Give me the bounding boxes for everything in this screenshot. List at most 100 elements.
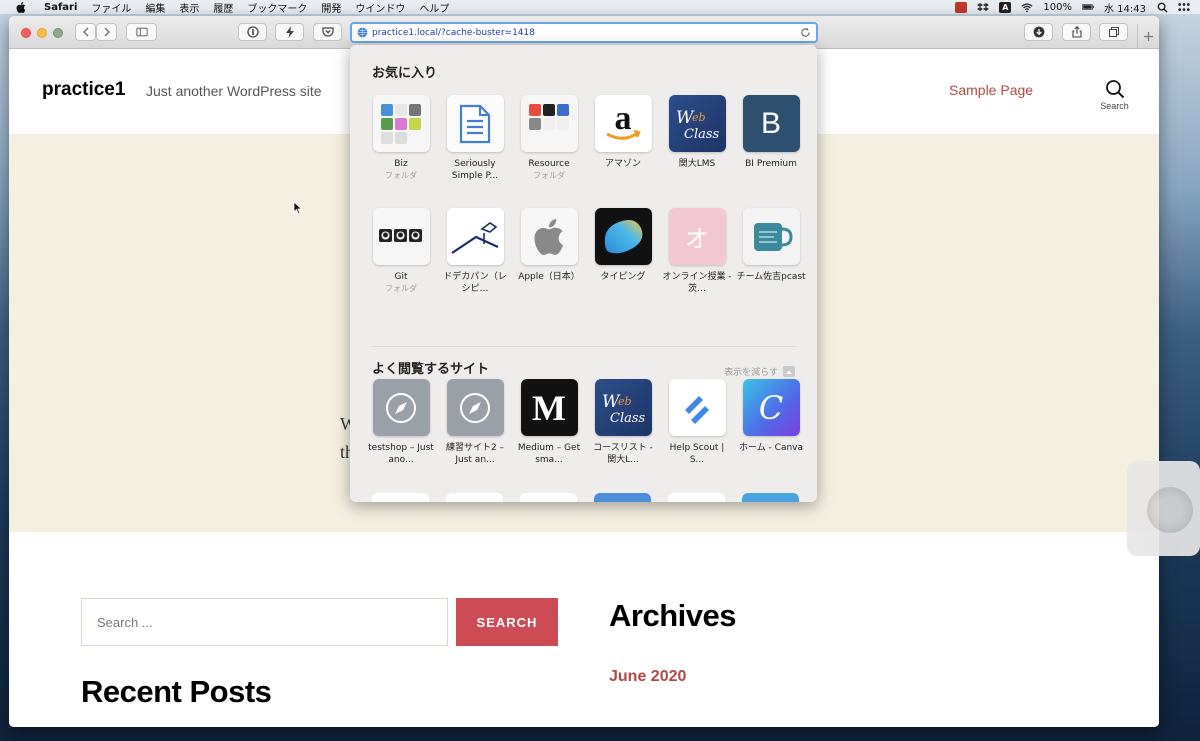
menu-bar: Safari ファイル 編集 表示 履歴 ブックマーク 開発 ウインドウ ヘルプ… [0,0,1200,15]
favorite-label: Biz [394,159,408,169]
favorite-resource-folder[interactable]: Resource フォルダ [514,95,584,181]
close-window-button[interactable] [21,28,31,38]
favorite-biz-folder[interactable]: Biz フォルダ [366,95,436,181]
favorite-label: 関大LMS [678,159,716,169]
share-button[interactable] [1062,23,1091,41]
folder-grid-icon [372,95,430,152]
sidebar-toggle-button[interactable] [126,23,157,41]
show-less-label: 表示を減らす [724,368,778,378]
canva-icon: C [742,379,800,436]
menu-window[interactable]: ウインドウ [355,0,405,15]
frequent-canva[interactable]: C ホーム - Canva [736,379,806,454]
spotlight-icon[interactable] [1156,2,1168,13]
webclass-icon: Web Class [594,379,652,436]
compass-icon [446,379,504,436]
compass-icon [372,379,430,436]
favorite-bi-premium[interactable]: B BI Premium [736,95,806,170]
record-status-icon[interactable] [955,1,968,13]
widget-search-input[interactable] [81,598,448,646]
floating-scroll-widget[interactable] [1127,461,1200,556]
forward-button[interactable] [96,23,117,41]
menu-history[interactable]: 履歴 [213,0,233,15]
password-manager-icon [246,26,259,38]
site-title[interactable]: practice1 [42,79,125,101]
url-input[interactable] [372,27,792,38]
amazon-icon: a [594,95,652,152]
site-description: Just another WordPress site [146,83,322,99]
frequent-course-list[interactable]: Web Class コースリスト - 関大L... [588,379,658,466]
menu-help[interactable]: ヘルプ [419,0,449,15]
letter-b-icon: B [742,95,800,152]
tabs-icon [1108,27,1119,37]
frequent-label: testshop – Just ano... [368,443,434,465]
header-search-toggle[interactable]: Search [1092,79,1137,111]
chevron-up-icon [783,366,795,377]
downloads-button[interactable] [1024,23,1053,41]
zoom-window-button[interactable] [53,28,63,38]
favorite-amazon[interactable]: a アマゾン [588,95,658,170]
new-tab-button[interactable] [1137,24,1159,49]
favorite-online-class[interactable]: オ オンライン授業 - 茨… [662,208,732,295]
tile-partial [742,493,799,502]
control-center-icon[interactable] [1178,2,1190,13]
minimize-window-button[interactable] [37,28,47,38]
apple-menu-icon[interactable] [14,0,28,14]
tile-partial [668,493,725,502]
reload-icon[interactable] [800,27,811,38]
frequent-label: Help Scout | S... [669,443,725,465]
wifi-icon[interactable] [1021,2,1033,13]
battery-percent: 100% [1043,1,1072,13]
svg-text:a: a [615,101,632,137]
medium-icon: M [520,379,578,436]
battery-icon[interactable] [1082,2,1094,13]
frequent-help-scout[interactable]: Help Scout | S... [662,379,732,466]
app-menu-safari[interactable]: Safari [44,2,77,13]
tile-partial [520,493,577,502]
favorite-kandai-lms[interactable]: Web Class 関大LMS [662,95,732,170]
menubar-clock[interactable]: 水 14:43 [1104,0,1146,15]
extension-bolt-button[interactable] [275,23,304,41]
favorites-heading: お気に入り [372,66,438,81]
favorite-git-folder[interactable]: Git フォルダ [366,208,436,294]
nav-link-sample-page[interactable]: Sample Page [949,82,1033,98]
menu-bookmarks[interactable]: ブックマーク [247,0,307,15]
pocket-icon [321,27,334,37]
address-bar[interactable] [350,22,818,43]
menu-file[interactable]: ファイル [91,0,131,15]
frequent-practice-site-2[interactable]: 練習サイト2 – Just an... [440,379,510,466]
svg-text:Class: Class [684,127,720,142]
archive-link-june-2020[interactable]: June 2020 [609,668,686,686]
favorite-seriously-simple[interactable]: Seriously Simple P... [440,95,510,182]
chevron-left-icon [82,27,89,37]
favorite-team-sakichi[interactable]: チーム佐吉pcast [736,208,806,283]
favorite-label: BI Premium [745,159,797,169]
frequent-testshop[interactable]: testshop – Just ano... [366,379,436,466]
widget-knob[interactable] [1147,487,1193,533]
favorite-apple-japan[interactable]: Apple（日本） [514,208,584,283]
pocket-button[interactable] [313,23,342,41]
tile-partial [372,493,429,502]
favorite-dodekapan[interactable]: ドデカパン（レシピ… [440,208,510,295]
sidebar-icon [135,27,148,37]
tab-overview-button[interactable] [1099,23,1128,41]
mug-icon [742,208,800,265]
widget-search-button[interactable]: SEARCH [456,598,558,646]
menu-develop[interactable]: 開発 [321,0,341,15]
input-source-icon[interactable]: A [999,1,1012,13]
recent-posts-heading: Recent Posts [81,674,272,709]
apple-icon [520,208,578,265]
download-icon [1033,26,1044,38]
frequent-label: 練習サイト2 – Just an... [445,443,505,465]
menu-view[interactable]: 表示 [179,0,199,15]
favorite-typing[interactable]: タイピング [588,208,658,283]
frequent-label: Medium – Get sma... [517,443,581,465]
helpscout-icon [668,379,726,436]
svg-text:Class: Class [610,411,646,426]
extension-1password-button[interactable] [238,23,267,41]
back-button[interactable] [75,23,96,41]
dropbox-icon[interactable] [977,2,990,13]
menu-edit[interactable]: 編集 [145,0,165,15]
favorite-label: ドデカパン（レシピ… [443,272,507,294]
frequent-medium[interactable]: M Medium – Get sma... [514,379,584,466]
show-less-button[interactable]: 表示を減らす [724,365,795,378]
